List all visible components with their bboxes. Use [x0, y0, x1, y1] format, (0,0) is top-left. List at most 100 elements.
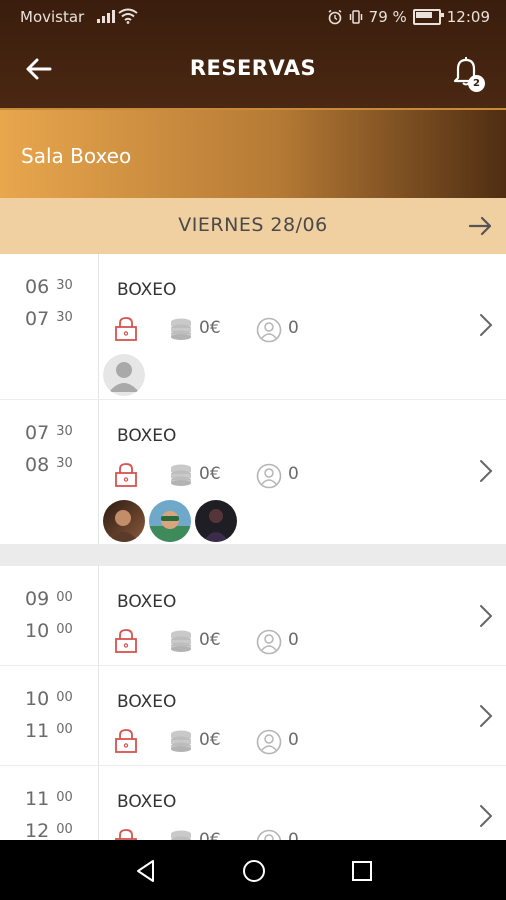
nav-recents-icon[interactable]	[347, 856, 377, 886]
start-hour: 09	[25, 588, 50, 610]
battery-icon	[412, 9, 444, 25]
end-minute: 30	[56, 310, 73, 325]
person-icon	[256, 729, 282, 759]
avatar	[195, 500, 237, 542]
chevron-right-icon	[478, 312, 494, 342]
start-minute: 00	[56, 690, 73, 705]
day-label: VIERNES 28/06	[178, 214, 328, 236]
time-column: 10 00 11 00	[0, 666, 99, 765]
end-time: 12 00	[25, 820, 73, 840]
end-time: 08 30	[25, 454, 73, 476]
time-column: 07 30 08 30	[0, 400, 99, 544]
end-hour: 12	[25, 820, 50, 840]
price: 0€	[199, 630, 221, 650]
chevron-right-icon	[478, 803, 494, 833]
chevron-right-icon	[478, 458, 494, 488]
start-minute: 00	[56, 790, 73, 805]
start-minute: 00	[56, 590, 73, 605]
class-name: BOXEO	[117, 280, 177, 300]
attendee-count: 0	[288, 830, 299, 840]
attendee-avatars	[103, 354, 145, 396]
notification-badge: 2	[468, 75, 485, 92]
day-selector: VIERNES 28/06	[0, 198, 506, 254]
class-name: BOXEO	[117, 692, 177, 712]
clock: 12:09	[446, 8, 490, 26]
class-name: BOXEO	[117, 792, 177, 812]
time-column: 06 30 07 30	[0, 254, 99, 399]
class-name: BOXEO	[117, 592, 177, 612]
notifications-button[interactable]: 2	[448, 50, 488, 94]
wifi-icon	[118, 8, 138, 24]
room-title: Sala Boxeo	[21, 144, 132, 168]
end-time: 11 00	[25, 720, 73, 742]
end-minute: 00	[56, 622, 73, 637]
battery-percent: 79 %	[368, 8, 407, 26]
start-time: 07 30	[25, 422, 73, 444]
end-minute: 00	[56, 722, 73, 737]
price: 0€	[199, 830, 221, 840]
start-time: 09 00	[25, 588, 73, 610]
start-time: 06 30	[25, 276, 73, 298]
end-time: 07 30	[25, 308, 73, 330]
coins-icon	[168, 463, 194, 491]
attendee-avatars	[103, 500, 237, 542]
lock-icon	[114, 462, 138, 492]
end-minute: 30	[56, 456, 73, 471]
attendee-count: 0	[288, 464, 299, 484]
slot-row[interactable]: 10 00 11 00 BOXEO 0€ 0	[0, 666, 506, 766]
nav-back-icon[interactable]	[131, 856, 161, 886]
class-name: BOXEO	[117, 426, 177, 446]
lock-icon	[114, 316, 138, 346]
avatar	[149, 500, 191, 542]
top-bar: Movistar 79 % 12:09 RESERVAS 2	[0, 0, 506, 110]
alarm-icon	[328, 9, 342, 25]
person-icon	[256, 463, 282, 493]
person-icon	[256, 317, 282, 347]
start-hour: 06	[25, 276, 50, 298]
end-hour: 10	[25, 620, 50, 642]
end-minute: 00	[56, 822, 73, 837]
start-minute: 30	[56, 424, 73, 439]
attendee-count: 0	[288, 730, 299, 750]
coins-icon	[168, 317, 194, 345]
avatar	[103, 500, 145, 542]
end-hour: 08	[25, 454, 50, 476]
end-hour: 07	[25, 308, 50, 330]
status-right: 79 % 12:09	[327, 8, 490, 26]
start-hour: 11	[25, 788, 50, 810]
page-title: RESERVAS	[189, 56, 317, 80]
slot-list: 06 30 07 30 BOXEO 0€ 0 07 30 08 30 BOXEO 0€ 0 09 00 10…	[0, 254, 506, 840]
price: 0€	[199, 464, 221, 484]
system-nav-bar	[0, 840, 506, 900]
slot-row[interactable]: 07 30 08 30 BOXEO 0€ 0	[0, 400, 506, 545]
person-icon	[256, 629, 282, 659]
vibrate-icon	[349, 10, 362, 24]
start-hour: 07	[25, 422, 50, 444]
end-time: 10 00	[25, 620, 73, 642]
signal-icon	[97, 10, 115, 23]
coins-icon	[168, 829, 194, 840]
slot-row[interactable]: 06 30 07 30 BOXEO 0€ 0	[0, 254, 506, 400]
start-hour: 10	[25, 688, 50, 710]
start-time: 11 00	[25, 788, 73, 810]
lock-icon	[114, 828, 138, 840]
start-minute: 30	[56, 278, 73, 293]
carrier-name: Movistar	[20, 8, 85, 26]
list-separator	[0, 544, 506, 566]
person-icon	[256, 829, 282, 840]
avatar	[103, 354, 145, 396]
lock-icon	[114, 728, 138, 758]
slot-row[interactable]: 11 00 12 00 BOXEO 0€ 0	[0, 766, 506, 840]
next-day-arrow-icon[interactable]	[466, 212, 494, 240]
room-banner: Sala Boxeo	[0, 110, 506, 198]
start-time: 10 00	[25, 688, 73, 710]
attendee-count: 0	[288, 630, 299, 650]
time-column: 09 00 10 00	[0, 566, 99, 665]
attendee-count: 0	[288, 318, 299, 338]
nav-home-icon[interactable]	[239, 856, 269, 886]
price: 0€	[199, 318, 221, 338]
slot-row[interactable]: 09 00 10 00 BOXEO 0€ 0	[0, 566, 506, 666]
end-hour: 11	[25, 720, 50, 742]
price: 0€	[199, 730, 221, 750]
time-column: 11 00 12 00	[0, 766, 99, 840]
